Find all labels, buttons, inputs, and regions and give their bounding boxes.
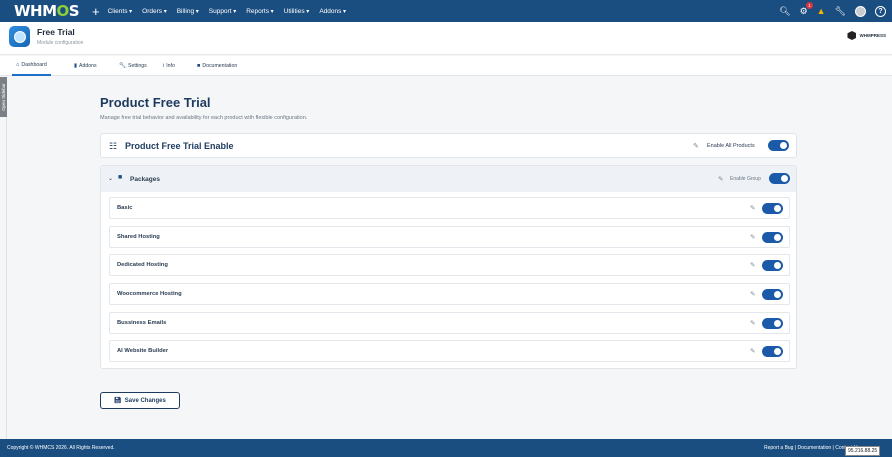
module-icon xyxy=(9,26,30,47)
edit-icon[interactable]: ✎ xyxy=(693,142,699,150)
package-toggle[interactable] xyxy=(762,289,783,300)
save-icon: 💾︎ xyxy=(114,398,122,404)
package-name: Shared Hosting xyxy=(117,234,160,240)
menu-clients[interactable]: Clients xyxy=(108,8,133,15)
edit-icon[interactable]: ✎ xyxy=(718,175,723,183)
save-changes-button[interactable]: 💾︎ Save Changes xyxy=(100,392,180,409)
menu-utilities[interactable]: Utilities xyxy=(284,8,310,15)
save-button-label: Save Changes xyxy=(124,397,166,404)
edit-icon[interactable]: ✎ xyxy=(750,290,755,298)
top-icons: 🔍︎ ⚙ 1 ▲ 🔧︎ ? xyxy=(779,0,886,22)
brand-logo: WHMPRESS xyxy=(847,31,886,40)
edit-icon[interactable]: ✎ xyxy=(750,347,755,355)
chevron-down-icon[interactable]: ⌄ xyxy=(108,175,113,182)
ip-badge: 95.216.88.25 xyxy=(845,446,881,456)
group-header[interactable]: ⌄ ■ Packages ✎ Enable Group xyxy=(101,166,796,192)
package-toggle[interactable] xyxy=(762,346,783,357)
package-row: Basic ✎ xyxy=(109,197,790,219)
package-row: AI Website Builder ✎ xyxy=(109,340,790,362)
folder-icon: ■ xyxy=(118,174,123,181)
package-toggle[interactable] xyxy=(762,260,783,271)
package-row: Shared Hosting ✎ xyxy=(109,226,790,248)
edit-icon[interactable]: ✎ xyxy=(750,319,755,327)
brand-text: WHMPRESS xyxy=(859,33,886,38)
package-toggle[interactable] xyxy=(762,318,783,329)
edit-icon[interactable]: ✎ xyxy=(750,233,755,241)
logo-text: WHM xyxy=(14,2,57,20)
enable-group-toggle[interactable] xyxy=(769,173,790,184)
info-icon: i xyxy=(163,63,165,69)
package-toggle[interactable] xyxy=(762,232,783,243)
menu-billing[interactable]: Billing xyxy=(177,8,199,15)
whmcs-logo[interactable]: WHMOS xyxy=(14,2,80,20)
menu-addons[interactable]: Addons xyxy=(319,8,346,15)
tab-bar: ⌂ Dashboard ▮ Addons 🔧︎ Settings i Info ■ Doc… xyxy=(0,56,892,76)
tab-dashboard[interactable]: ⌂ Dashboard xyxy=(12,56,51,76)
enable-all-toggle[interactable] xyxy=(768,140,789,151)
tab-addons[interactable]: ▮ Addons xyxy=(74,56,97,76)
warning-icon[interactable]: ▲ xyxy=(817,6,826,16)
brand-hex-icon xyxy=(847,31,857,40)
package-name: Dedicated Hosting xyxy=(117,262,168,268)
top-navbar: WHMOS + Clients Orders Billing Support R… xyxy=(0,0,892,22)
home-icon: ⌂ xyxy=(16,62,20,68)
package-row: Woocommerce Hosting ✎ xyxy=(109,283,790,305)
package-row: Bussiness Emails ✎ xyxy=(109,312,790,334)
package-name: Bussiness Emails xyxy=(117,320,167,326)
enable-all-label: Enable All Products xyxy=(707,143,755,149)
module-subtitle: Module configuration xyxy=(37,40,84,46)
open-sidebar-button[interactable]: Open Sidebar xyxy=(0,77,7,117)
tab-info[interactable]: i Info xyxy=(163,56,175,76)
add-new-icon[interactable]: + xyxy=(92,4,100,19)
page-description: Manage free trial behavior and availabil… xyxy=(100,115,308,121)
package-name: AI Website Builder xyxy=(117,348,169,354)
menu-support[interactable]: Support xyxy=(209,8,236,15)
logo-o-icon: O xyxy=(56,2,70,20)
enable-card-title: Product Free Trial Enable xyxy=(125,141,234,151)
module-title: Free Trial xyxy=(37,27,75,37)
group-title: Packages xyxy=(130,176,160,183)
page-title: Product Free Trial xyxy=(100,95,211,110)
main-menu: Clients Orders Billing Support Reports U… xyxy=(108,8,346,15)
help-icon[interactable]: ? xyxy=(875,5,886,17)
packages-group: ⌄ ■ Packages ✎ Enable Group Basic ✎ Shar… xyxy=(100,165,797,369)
logo-text-end: S xyxy=(68,2,80,20)
folder-icon: ■ xyxy=(197,63,201,69)
avatar[interactable] xyxy=(855,5,866,17)
edit-icon[interactable]: ✎ xyxy=(750,204,755,212)
addons-icon: ▮ xyxy=(74,63,78,69)
wrench-icon: 🔧︎ xyxy=(119,63,126,69)
package-name: Woocommerce Hosting xyxy=(117,291,182,297)
menu-reports[interactable]: Reports xyxy=(246,8,273,15)
tab-label: Documentation xyxy=(202,63,238,69)
footer: Copyright © WHMCS 2026. All Rights Reser… xyxy=(0,439,892,457)
module-header: Free Trial Module configuration WHMPRESS xyxy=(0,22,892,55)
package-name: Basic xyxy=(117,205,133,211)
sidebar-divider xyxy=(6,117,7,439)
copyright-text: Copyright © WHMCS 2026. All Rights Reser… xyxy=(7,445,115,451)
package-toggle[interactable] xyxy=(762,203,783,214)
enable-group-label: Enable Group xyxy=(730,176,761,182)
enable-all-card: ☷ Product Free Trial Enable ✎ Enable All… xyxy=(100,133,797,158)
tab-label: Addons xyxy=(79,63,97,69)
search-icon[interactable]: 🔍︎ xyxy=(779,6,790,17)
sitemap-icon: ☷ xyxy=(109,141,118,151)
tab-label: Dashboard xyxy=(21,62,47,68)
menu-orders[interactable]: Orders xyxy=(142,8,167,15)
edit-icon[interactable]: ✎ xyxy=(750,261,755,269)
tab-label: Settings xyxy=(127,63,147,69)
tab-documentation[interactable]: ■ Documentation xyxy=(197,56,237,76)
package-row: Dedicated Hosting ✎ xyxy=(109,254,790,276)
notifications-icon[interactable]: ⚙ 1 xyxy=(800,1,813,17)
notification-badge: 1 xyxy=(806,1,813,9)
wrench-icon[interactable]: 🔧︎ xyxy=(835,6,846,17)
tab-settings[interactable]: 🔧︎ Settings xyxy=(119,56,147,76)
tab-label: Info xyxy=(166,63,175,69)
